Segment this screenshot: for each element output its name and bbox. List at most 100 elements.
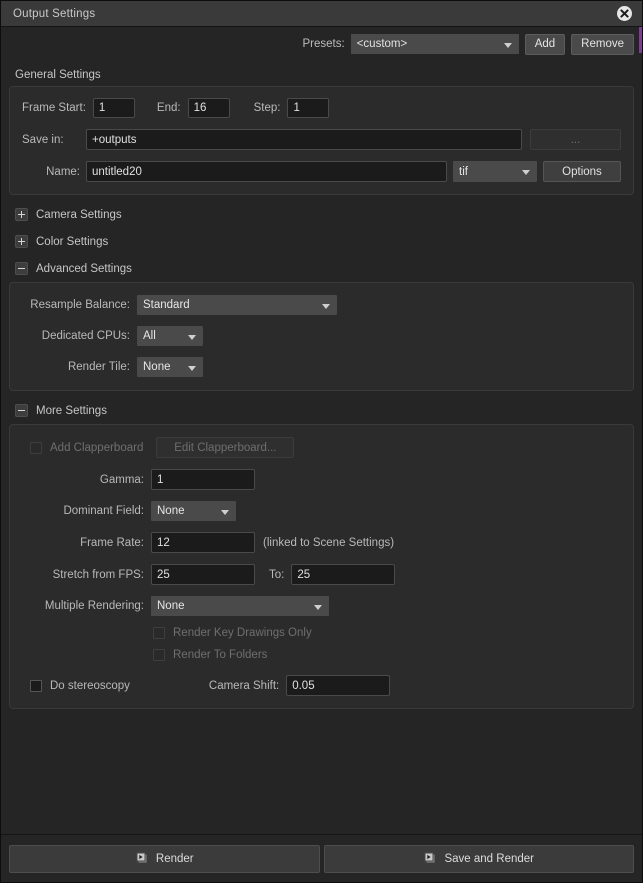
collapse-minus-icon[interactable] [15,404,28,417]
frame-rate-input[interactable]: 12 [151,532,255,553]
dominant-field-label: Dominant Field: [63,505,144,517]
resample-balance-value: Standard [143,299,190,311]
frame-range-row: Frame Start: 1 End: 16 Step: 1 [22,98,621,118]
render-frames-icon [423,851,437,867]
collapse-minus-icon[interactable] [15,262,28,275]
frame-start-input[interactable]: 1 [92,98,135,118]
presets-bar: Presets: <custom> Add Remove [1,27,642,61]
general-settings-panel: Frame Start: 1 End: 16 Step: 1 Save in: … [9,86,634,195]
do-stereoscopy-checkbox[interactable] [30,679,42,692]
expand-plus-icon[interactable] [15,235,28,248]
close-icon[interactable] [617,6,632,21]
settings-body: General Settings Frame Start: 1 End: 16 … [1,61,642,834]
render-frames-icon [135,851,149,867]
stretch-to-input[interactable]: 25 [291,564,396,585]
save-and-render-button-label: Save and Render [444,852,534,865]
add-clapperboard-row: Add Clapperboard Edit Clapperboard... [22,437,621,458]
browse-button[interactable]: ... [530,129,621,150]
frame-rate-row: Frame Rate: 12 (linked to Scene Settings… [22,532,621,553]
multiple-rendering-label: Multiple Rendering: [44,600,144,612]
add-clapperboard-label: Add Clapperboard [50,441,144,454]
save-and-render-button[interactable]: Save and Render [323,844,634,873]
more-settings-panel: Add Clapperboard Edit Clapperboard... Ga… [9,424,634,709]
dedicated-cpus-dropdown[interactable]: All [137,326,203,346]
do-stereoscopy-label: Do stereoscopy [50,679,130,692]
dedicated-cpus-value: All [143,330,156,342]
multiple-rendering-value: None [157,600,185,612]
name-input[interactable]: untitled20 [86,161,447,182]
stretch-fps-input[interactable]: 25 [151,564,255,585]
save-in-input[interactable]: +outputs [86,129,522,150]
render-tile-value: None [143,361,171,373]
render-button-label: Render [155,852,194,865]
frame-end-label: End: [156,102,181,114]
frame-step-input[interactable]: 1 [287,98,330,118]
gamma-label: Gamma: [99,473,144,486]
presets-dropdown[interactable]: <custom> [350,34,519,54]
render-key-drawings-row: Render Key Drawings Only [22,627,621,639]
camera-settings-label: Camera Settings [36,208,122,221]
render-tile-dropdown[interactable]: None [137,357,203,377]
format-value: tif [459,165,468,178]
camera-shift-input[interactable]: 0.05 [286,675,391,696]
expand-plus-icon[interactable] [15,208,28,221]
more-settings-header[interactable]: More Settings [9,397,634,424]
render-tile-row: Render Tile: None [22,357,621,377]
camera-shift-label: Camera Shift: [208,679,280,692]
resample-balance-dropdown[interactable]: Standard [137,295,337,315]
edge-accent [639,27,642,53]
dominant-field-dropdown[interactable]: None [151,501,236,521]
title-bar: Output Settings [1,1,642,27]
color-settings-label: Color Settings [36,235,109,248]
remove-preset-button[interactable]: Remove [571,33,634,55]
format-dropdown[interactable]: tif [453,161,537,182]
resample-balance-row: Resample Balance: Standard [22,295,621,315]
render-to-folders-row: Render To Folders [22,649,621,661]
multiple-rendering-dropdown[interactable]: None [151,596,329,616]
dominant-field-value: None [157,505,185,517]
render-to-folders-label: Render To Folders [173,649,268,661]
render-key-drawings-checkbox [153,627,165,639]
frame-rate-note: (linked to Scene Settings) [263,536,395,549]
gamma-input[interactable]: 1 [151,469,255,490]
render-tile-label: Render Tile: [67,361,130,373]
chevron-down-icon [221,510,229,515]
chevron-down-icon [522,170,530,175]
resample-balance-label: Resample Balance: [30,299,130,311]
advanced-settings-label: Advanced Settings [36,262,132,275]
general-settings-title: General Settings [15,69,101,81]
stretch-to-label: To: [269,568,285,581]
stretch-fps-row: Stretch from FPS: 25 To: 25 [22,564,621,585]
chevron-down-icon [503,43,512,48]
dedicated-cpus-label: Dedicated CPUs: [41,330,130,342]
render-button[interactable]: Render [9,844,320,873]
options-button[interactable]: Options [543,161,621,182]
dedicated-cpus-row: Dedicated CPUs: All [22,326,621,346]
more-settings-label: More Settings [36,404,107,417]
stretch-fps-label: Stretch from FPS: [52,568,144,581]
render-key-drawings-label: Render Key Drawings Only [173,627,312,639]
gamma-row: Gamma: 1 [22,469,621,490]
save-in-label: Save in: [22,133,64,146]
advanced-settings-panel: Resample Balance: Standard Dedicated CPU… [9,282,634,391]
chevron-down-icon [188,335,196,340]
render-to-folders-checkbox [153,649,165,661]
chevron-down-icon [322,304,330,309]
edit-clapperboard-button: Edit Clapperboard... [156,437,295,458]
stereoscopy-row: Do stereoscopy Camera Shift: 0.05 [22,675,621,696]
name-label: Name: [46,165,80,178]
dominant-field-row: Dominant Field: None [22,501,621,521]
add-preset-button[interactable]: Add [524,33,566,55]
add-clapperboard-checkbox [30,441,42,454]
footer-bar: Render Save and Render [1,834,642,882]
window-title: Output Settings [13,7,96,20]
save-in-row: Save in: +outputs ... [22,129,621,150]
camera-settings-header[interactable]: Camera Settings [9,201,634,228]
presets-label: Presets: [302,38,345,50]
advanced-settings-header[interactable]: Advanced Settings [9,255,634,282]
color-settings-header[interactable]: Color Settings [9,228,634,255]
multiple-rendering-row: Multiple Rendering: None [22,596,621,616]
name-row: Name: untitled20 tif Options [22,161,621,182]
frame-step-label: Step: [253,102,281,114]
frame-end-input[interactable]: 16 [187,98,230,118]
